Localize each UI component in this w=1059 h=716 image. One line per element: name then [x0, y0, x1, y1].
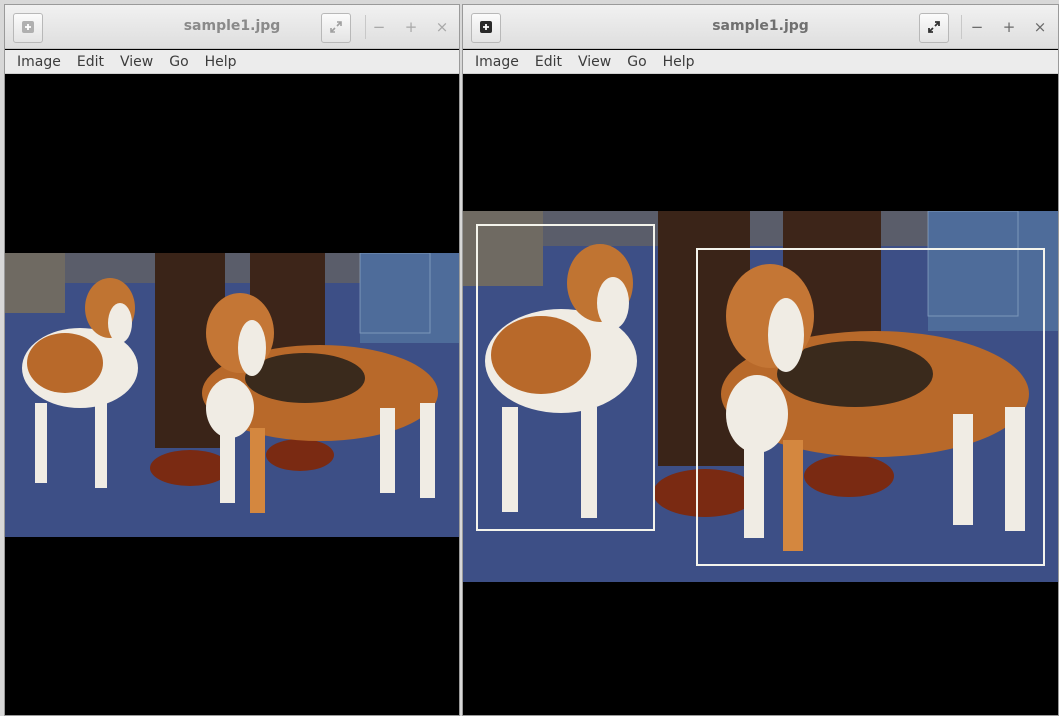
image-canvas[interactable] — [463, 74, 1058, 715]
titlebar[interactable]: sample1.jpg − + × — [5, 5, 459, 49]
close-icon[interactable]: × — [432, 17, 452, 37]
image-canvas[interactable] — [5, 74, 459, 715]
menu-help[interactable]: Help — [655, 50, 703, 74]
titlebar[interactable]: sample1.jpg − + × — [463, 5, 1058, 49]
menu-image[interactable]: Image — [467, 50, 527, 74]
menu-view[interactable]: View — [112, 50, 161, 74]
menu-edit[interactable]: Edit — [69, 50, 112, 74]
menu-view[interactable]: View — [570, 50, 619, 74]
minimize-icon[interactable]: − — [967, 17, 987, 37]
menu-go[interactable]: Go — [619, 50, 654, 74]
beagles-photo — [5, 253, 459, 537]
image-viewer-window-right: sample1.jpg − + × Image Edit View Go Hel… — [462, 4, 1059, 716]
window-title: sample1.jpg — [183, 18, 281, 34]
minimize-icon[interactable]: − — [369, 17, 389, 37]
titlebar-separator — [961, 15, 962, 39]
detection-box-dog-1 — [476, 224, 655, 531]
menubar: Image Edit View Go Help — [5, 50, 459, 74]
fullscreen-button[interactable] — [321, 13, 351, 43]
image-viewer-window-left: sample1.jpg − + × Image Edit View Go Hel… — [4, 4, 460, 716]
fullscreen-button[interactable] — [919, 13, 949, 43]
menu-help[interactable]: Help — [197, 50, 245, 74]
maximize-icon[interactable]: + — [401, 17, 421, 37]
menubar: Image Edit View Go Help — [463, 50, 1058, 74]
menu-image[interactable]: Image — [9, 50, 69, 74]
maximize-icon[interactable]: + — [999, 17, 1019, 37]
fullscreen-icon — [329, 19, 343, 38]
close-icon[interactable]: × — [1030, 17, 1050, 37]
menu-edit[interactable]: Edit — [527, 50, 570, 74]
photo — [5, 253, 459, 537]
fullscreen-icon — [927, 19, 941, 38]
titlebar-separator — [365, 15, 366, 39]
menu-go[interactable]: Go — [161, 50, 196, 74]
detection-box-dog-2 — [696, 248, 1045, 566]
